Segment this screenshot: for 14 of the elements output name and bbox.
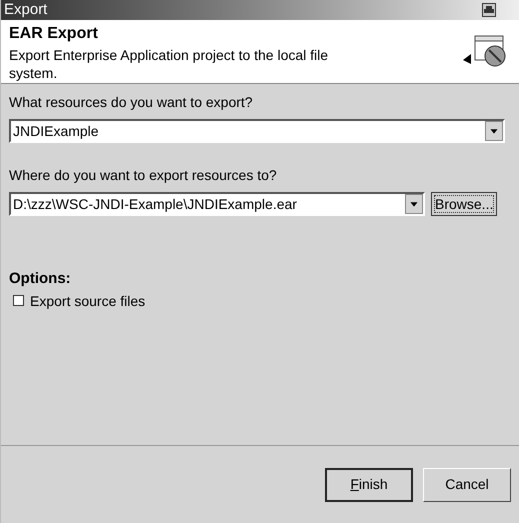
resources-label: What resources do you want to export? [9,93,254,112]
dialog-button[interactable]: Cancel [423,468,511,502]
options-heading: Options: [9,269,72,289]
window-title: Export [4,0,48,20]
browse-button[interactable]: Browse... [431,192,498,216]
printer-icon[interactable] [482,3,496,17]
page-title: EAR Export [9,24,99,44]
destination-combo[interactable]: D:\zzz\WSC-JNDI-Example\JNDIExample.ear [9,192,425,216]
checkbox[interactable] [13,295,24,306]
dialog-button[interactable]: Finish [325,468,413,502]
resources-combo[interactable]: JNDIExample [9,119,505,143]
checkbox-label: Export source files [30,292,146,308]
destination-label: Where do you want to export resources to? [9,166,278,185]
page-description: Export Enterprise Application project to the local file system. [9,46,330,82]
